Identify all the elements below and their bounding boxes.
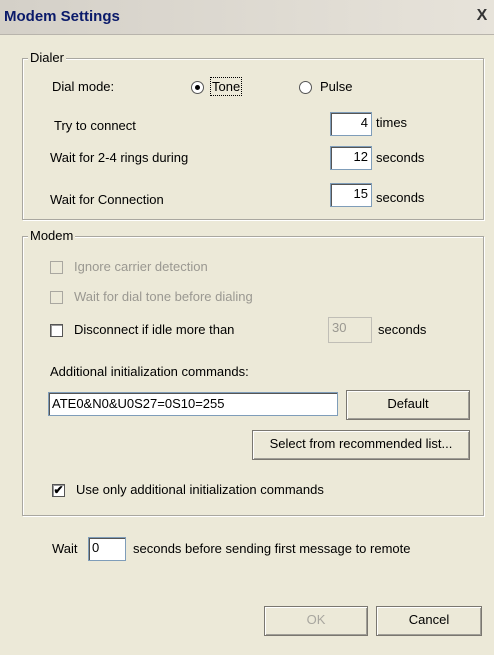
window-title: Modem Settings <box>4 8 120 25</box>
tone-radio-label[interactable]: Tone <box>209 77 243 96</box>
wait-connection-label: Wait for Connection <box>50 192 164 207</box>
additional-init-input[interactable]: ATE0&N0&U0S27=0S10=255 <box>48 392 338 416</box>
use-only-additional-checkbox[interactable]: ✔ <box>52 484 65 497</box>
wait-before-send-suffix: seconds before sending first message to … <box>133 541 411 556</box>
use-only-additional-label[interactable]: Use only additional initialization comma… <box>76 482 324 497</box>
tone-radio[interactable] <box>191 81 204 94</box>
wait-dial-tone-checkbox[interactable] <box>50 291 63 304</box>
disconnect-idle-unit: seconds <box>378 322 427 337</box>
ignore-carrier-label[interactable]: Ignore carrier detection <box>74 259 208 274</box>
try-connect-label: Try to connect <box>54 118 136 133</box>
try-connect-unit: times <box>376 115 408 130</box>
cancel-button[interactable]: Cancel <box>376 606 482 636</box>
wait-rings-unit: seconds <box>376 150 425 165</box>
dial-mode-label: Dial mode: <box>52 79 115 94</box>
ok-button[interactable]: OK <box>264 606 368 636</box>
additional-init-label: Additional initialization commands: <box>50 364 249 379</box>
ignore-carrier-checkbox[interactable] <box>50 261 63 274</box>
select-recommended-button[interactable]: Select from recommended list... <box>252 430 470 460</box>
close-icon[interactable]: X <box>474 7 490 25</box>
pulse-radio-label[interactable]: Pulse <box>320 79 353 94</box>
dialer-legend: Dialer <box>28 50 66 65</box>
title-bar: Modem Settings X <box>0 0 494 35</box>
wait-before-send-label: Wait <box>52 541 78 556</box>
wait-rings-input[interactable]: 12 <box>330 146 372 170</box>
wait-before-send-input[interactable]: 0 <box>88 537 126 561</box>
pulse-radio[interactable] <box>299 81 312 94</box>
tone-radio-dot <box>195 85 200 90</box>
wait-connection-input[interactable]: 15 <box>330 183 372 207</box>
try-connect-input[interactable]: 4 <box>330 112 372 136</box>
wait-connection-unit: seconds <box>376 190 425 205</box>
wait-dial-tone-label[interactable]: Wait for dial tone before dialing <box>74 289 253 304</box>
disconnect-idle-checkbox[interactable] <box>50 324 63 337</box>
disconnect-idle-label[interactable]: Disconnect if idle more than <box>74 322 234 337</box>
disconnect-idle-input[interactable]: 30 <box>328 317 372 343</box>
default-button[interactable]: Default <box>346 390 470 420</box>
modem-legend: Modem <box>28 228 76 243</box>
wait-rings-label: Wait for 2-4 rings during <box>50 150 189 165</box>
